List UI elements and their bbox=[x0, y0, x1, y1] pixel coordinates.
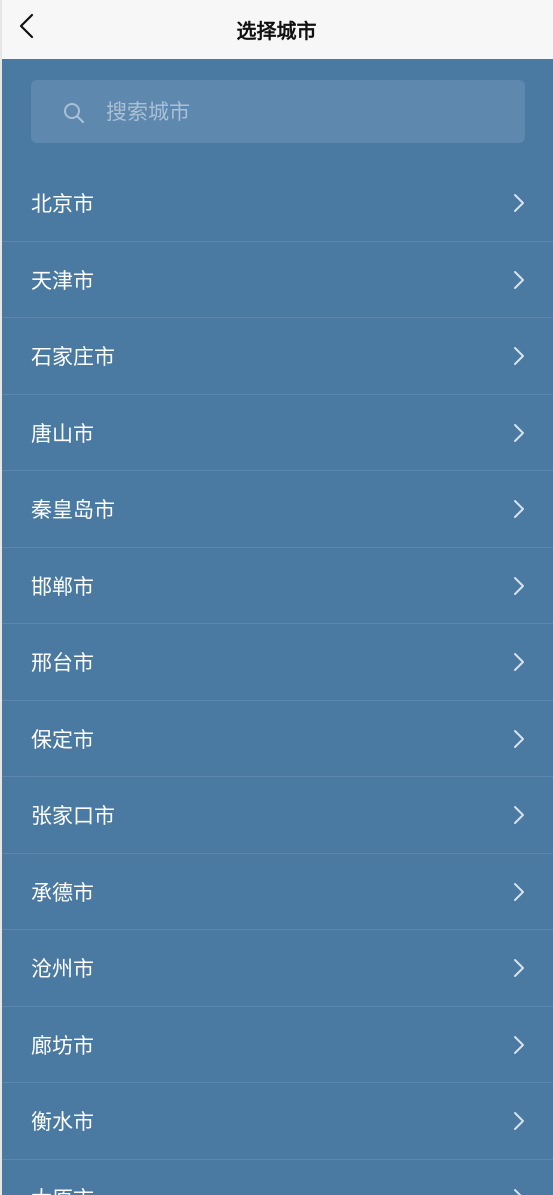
search-bar[interactable] bbox=[31, 80, 525, 143]
city-list-item[interactable]: 太原市 bbox=[2, 1160, 553, 1195]
city-list-item[interactable]: 邯郸市 bbox=[2, 548, 553, 624]
city-name: 邢台市 bbox=[31, 651, 94, 675]
city-list-item[interactable]: 廊坊市 bbox=[2, 1007, 553, 1083]
city-list-item[interactable]: 张家口市 bbox=[2, 777, 553, 854]
city-name: 太原市 bbox=[31, 1185, 94, 1195]
chevron-right-icon bbox=[514, 194, 524, 212]
city-list-item[interactable]: 石家庄市 bbox=[2, 318, 553, 395]
city-list-item[interactable]: 秦皇岛市 bbox=[2, 471, 553, 548]
chevron-right-icon bbox=[514, 1035, 524, 1054]
city-name: 北京市 bbox=[31, 192, 94, 216]
city-list-item[interactable]: 承德市 bbox=[2, 854, 553, 930]
chevron-right-icon bbox=[514, 882, 524, 901]
city-list-item[interactable]: 邢台市 bbox=[2, 624, 553, 701]
city-list-item[interactable]: 北京市 bbox=[2, 165, 553, 242]
chevron-right-icon bbox=[514, 653, 524, 671]
window-edge bbox=[0, 0, 2, 1195]
city-list-item[interactable]: 天津市 bbox=[2, 242, 553, 318]
city-picker-panel: 北京市 天津市 石家庄市 唐山市 秦皇岛市 邯郸市 邢台市 保定市 bbox=[2, 59, 553, 1195]
chevron-right-icon bbox=[514, 729, 524, 748]
chevron-right-icon bbox=[514, 500, 524, 518]
chevron-right-icon bbox=[514, 576, 524, 595]
city-name: 保定市 bbox=[31, 727, 94, 752]
city-list-item[interactable]: 保定市 bbox=[2, 701, 553, 777]
city-name: 沧州市 bbox=[31, 957, 94, 981]
city-name: 张家口市 bbox=[31, 804, 115, 828]
page-title: 选择城市 bbox=[236, 19, 317, 43]
city-name: 天津市 bbox=[31, 268, 94, 293]
city-list-item[interactable]: 沧州市 bbox=[2, 930, 553, 1007]
city-name: 唐山市 bbox=[31, 421, 94, 446]
search-input[interactable] bbox=[106, 94, 506, 130]
city-name: 承德市 bbox=[31, 880, 94, 905]
city-name: 秦皇岛市 bbox=[31, 498, 115, 522]
chevron-right-icon bbox=[514, 959, 524, 977]
chevron-right-icon bbox=[514, 347, 524, 365]
chevron-right-icon bbox=[514, 423, 524, 442]
search-icon bbox=[64, 103, 85, 124]
chevron-right-icon bbox=[514, 1112, 524, 1130]
chevron-right-icon bbox=[514, 1188, 522, 1195]
city-list: 北京市 天津市 石家庄市 唐山市 秦皇岛市 邯郸市 邢台市 保定市 张家口市 承… bbox=[2, 165, 553, 1195]
city-list-item[interactable]: 唐山市 bbox=[2, 395, 553, 471]
chevron-right-icon bbox=[514, 270, 524, 289]
city-list-item[interactable]: 衡水市 bbox=[2, 1083, 553, 1160]
top-navigation-bar: 选择城市 bbox=[0, 0, 553, 59]
chevron-right-icon bbox=[514, 806, 524, 824]
city-name: 衡水市 bbox=[31, 1110, 94, 1134]
city-name: 邯郸市 bbox=[31, 574, 94, 599]
city-name: 廊坊市 bbox=[31, 1033, 94, 1058]
city-name: 石家庄市 bbox=[31, 345, 115, 369]
